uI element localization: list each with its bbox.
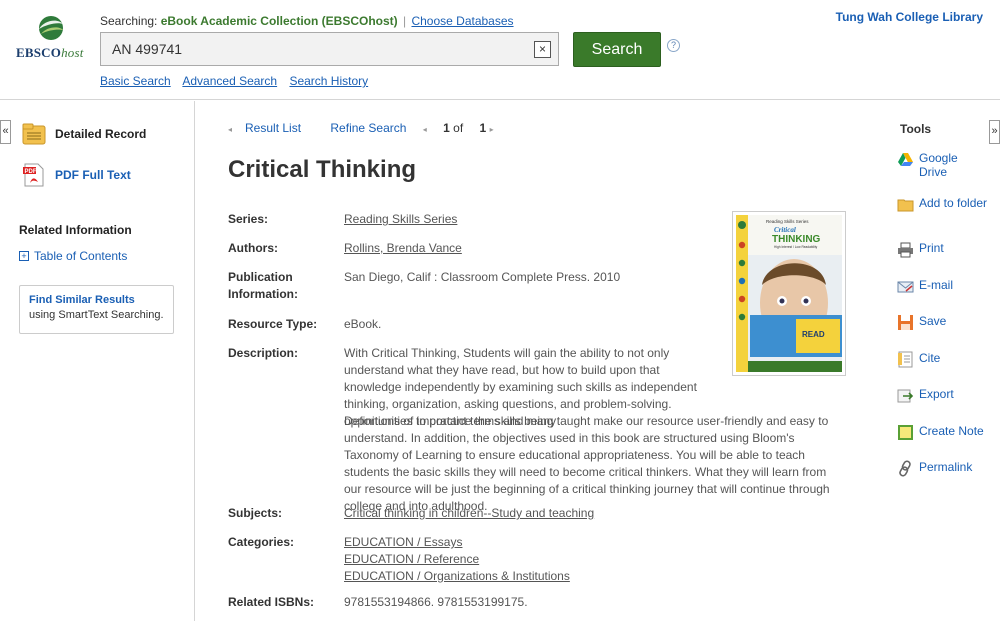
pagination: ◂ 1 of 1 ▸ bbox=[422, 121, 494, 135]
category-link[interactable]: EDUCATION / Reference bbox=[344, 551, 479, 568]
export-icon bbox=[897, 389, 914, 403]
record-main: ◂ Result List Refine Search ◂ 1 of 1 ▸ Cr… bbox=[196, 101, 878, 621]
book-cover-art: Reading Skills Series Critical THINKING … bbox=[736, 215, 842, 372]
tool-google-drive[interactable]: Google Drive bbox=[897, 151, 989, 179]
expand-icon: + bbox=[19, 251, 29, 261]
book-cover-image[interactable]: Reading Skills Series Critical THINKING … bbox=[732, 211, 846, 376]
detailed-record-item[interactable]: Detailed Record bbox=[22, 123, 146, 145]
record-title: Critical Thinking bbox=[228, 156, 417, 183]
cover-subtitle: High Interest / Low Readability bbox=[774, 245, 818, 249]
result-list-link[interactable]: ◂ Result List bbox=[228, 121, 314, 135]
tool-email[interactable]: E-mail bbox=[897, 278, 989, 295]
searching-label: Searching: eBook Academic Collection (EB… bbox=[100, 14, 514, 28]
tool-cite[interactable]: Cite bbox=[897, 351, 989, 368]
cover-title-1: Critical bbox=[774, 226, 796, 234]
google-drive-icon bbox=[898, 153, 913, 166]
tool-export[interactable]: Export bbox=[897, 387, 989, 404]
tool-print[interactable]: Print bbox=[897, 241, 989, 258]
tools-heading: Tools bbox=[900, 122, 932, 136]
find-similar-link[interactable]: Find Similar Results bbox=[29, 294, 164, 306]
prev-page-icon[interactable]: ◂ bbox=[423, 125, 427, 134]
resource-type-label: Resource Type: bbox=[228, 317, 318, 331]
tool-save[interactable]: Save bbox=[897, 314, 989, 331]
detailed-record-icon bbox=[22, 123, 46, 145]
advanced-search-link[interactable]: Advanced Search bbox=[182, 74, 277, 88]
save-icon bbox=[898, 315, 913, 330]
note-icon bbox=[898, 425, 913, 440]
collapse-left-button[interactable]: « bbox=[0, 120, 11, 144]
left-sidebar: « Detailed Record PDF PDF Full Text Rela… bbox=[0, 101, 195, 621]
categories-label: Categories: bbox=[228, 535, 295, 549]
find-similar-subtitle: using SmartText Searching. bbox=[29, 309, 164, 321]
publication-label: Publication Information: bbox=[228, 270, 298, 301]
choose-databases-link[interactable]: Choose Databases bbox=[411, 14, 513, 28]
pdf-full-text-item[interactable]: PDF PDF Full Text bbox=[22, 163, 131, 187]
database-name: eBook Academic Collection (EBSCOhost) bbox=[160, 14, 398, 28]
search-input[interactable] bbox=[101, 33, 521, 65]
library-name[interactable]: Tung Wah College Library bbox=[836, 10, 983, 24]
tool-permalink[interactable]: Permalink bbox=[897, 460, 989, 477]
related-isbns-label: Related ISBNs: bbox=[228, 595, 315, 609]
description-label: Description: bbox=[228, 346, 299, 360]
authors-label: Authors: bbox=[228, 241, 278, 255]
search-mode-links: Basic Search Advanced Search Search Hist… bbox=[100, 74, 377, 88]
folder-icon bbox=[897, 199, 914, 212]
subject-link[interactable]: Critical thinking in children--Study and… bbox=[344, 505, 594, 522]
detailed-record-label: Detailed Record bbox=[55, 127, 147, 141]
collapse-tools-button[interactable]: » bbox=[989, 120, 1000, 144]
result-navigation: ◂ Result List Refine Search ◂ 1 of 1 ▸ bbox=[228, 121, 520, 135]
tool-add-to-folder[interactable]: Add to folder bbox=[897, 196, 989, 213]
printer-icon bbox=[898, 242, 913, 258]
category-link[interactable]: EDUCATION / Essays bbox=[344, 534, 462, 551]
description-value-cont: opportunities to practice the skills bei… bbox=[344, 414, 830, 513]
publication-value: San Diego, Calif : Classroom Complete Pr… bbox=[344, 270, 621, 284]
search-box: × bbox=[100, 32, 559, 66]
related-isbns-value: 9781553194866. 9781553199175. bbox=[344, 595, 528, 609]
series-label: Series: bbox=[228, 212, 269, 226]
next-page-icon[interactable]: ▸ bbox=[490, 125, 494, 134]
related-information-heading: Related Information bbox=[19, 223, 132, 237]
tool-create-note[interactable]: Create Note bbox=[897, 424, 989, 441]
logo-text: EBSCOhost bbox=[16, 45, 84, 60]
header: EBSCOhost Searching: eBook Academic Coll… bbox=[0, 0, 1000, 100]
help-icon[interactable]: ? bbox=[667, 39, 680, 52]
search-history-link[interactable]: Search History bbox=[289, 74, 368, 88]
refine-search-link[interactable]: Refine Search bbox=[330, 121, 406, 135]
svg-text:PDF: PDF bbox=[25, 169, 37, 175]
table-of-contents-label: Table of Contents bbox=[34, 249, 128, 263]
pdf-icon: PDF bbox=[23, 163, 44, 187]
back-arrow-icon: ◂ bbox=[228, 125, 233, 134]
link-icon bbox=[899, 460, 911, 477]
resource-type-value: eBook. bbox=[344, 317, 382, 331]
table-of-contents-link[interactable]: + Table of Contents bbox=[19, 249, 127, 263]
clear-search-button[interactable]: × bbox=[534, 41, 551, 58]
email-icon bbox=[897, 281, 914, 293]
pdf-full-text-label: PDF Full Text bbox=[55, 168, 131, 182]
find-similar-box: Find Similar Results using SmartText Sea… bbox=[19, 285, 174, 334]
cover-series-text: Reading Skills Series bbox=[766, 219, 809, 224]
cite-icon bbox=[898, 351, 913, 368]
basic-search-link[interactable]: Basic Search bbox=[100, 74, 171, 88]
series-link[interactable]: Reading Skills Series bbox=[344, 211, 457, 228]
category-link[interactable]: EDUCATION / Organizations & Institutions bbox=[344, 568, 570, 585]
tools-panel: » Tools Google Drive Add to folder Print… bbox=[879, 101, 1000, 621]
cover-book-text: READ bbox=[802, 330, 825, 339]
authors-link[interactable]: Rollins, Brenda Vance bbox=[344, 240, 462, 257]
search-button[interactable]: Search bbox=[573, 32, 661, 67]
cover-title-2: THINKING bbox=[772, 234, 821, 245]
subjects-label: Subjects: bbox=[228, 506, 283, 520]
